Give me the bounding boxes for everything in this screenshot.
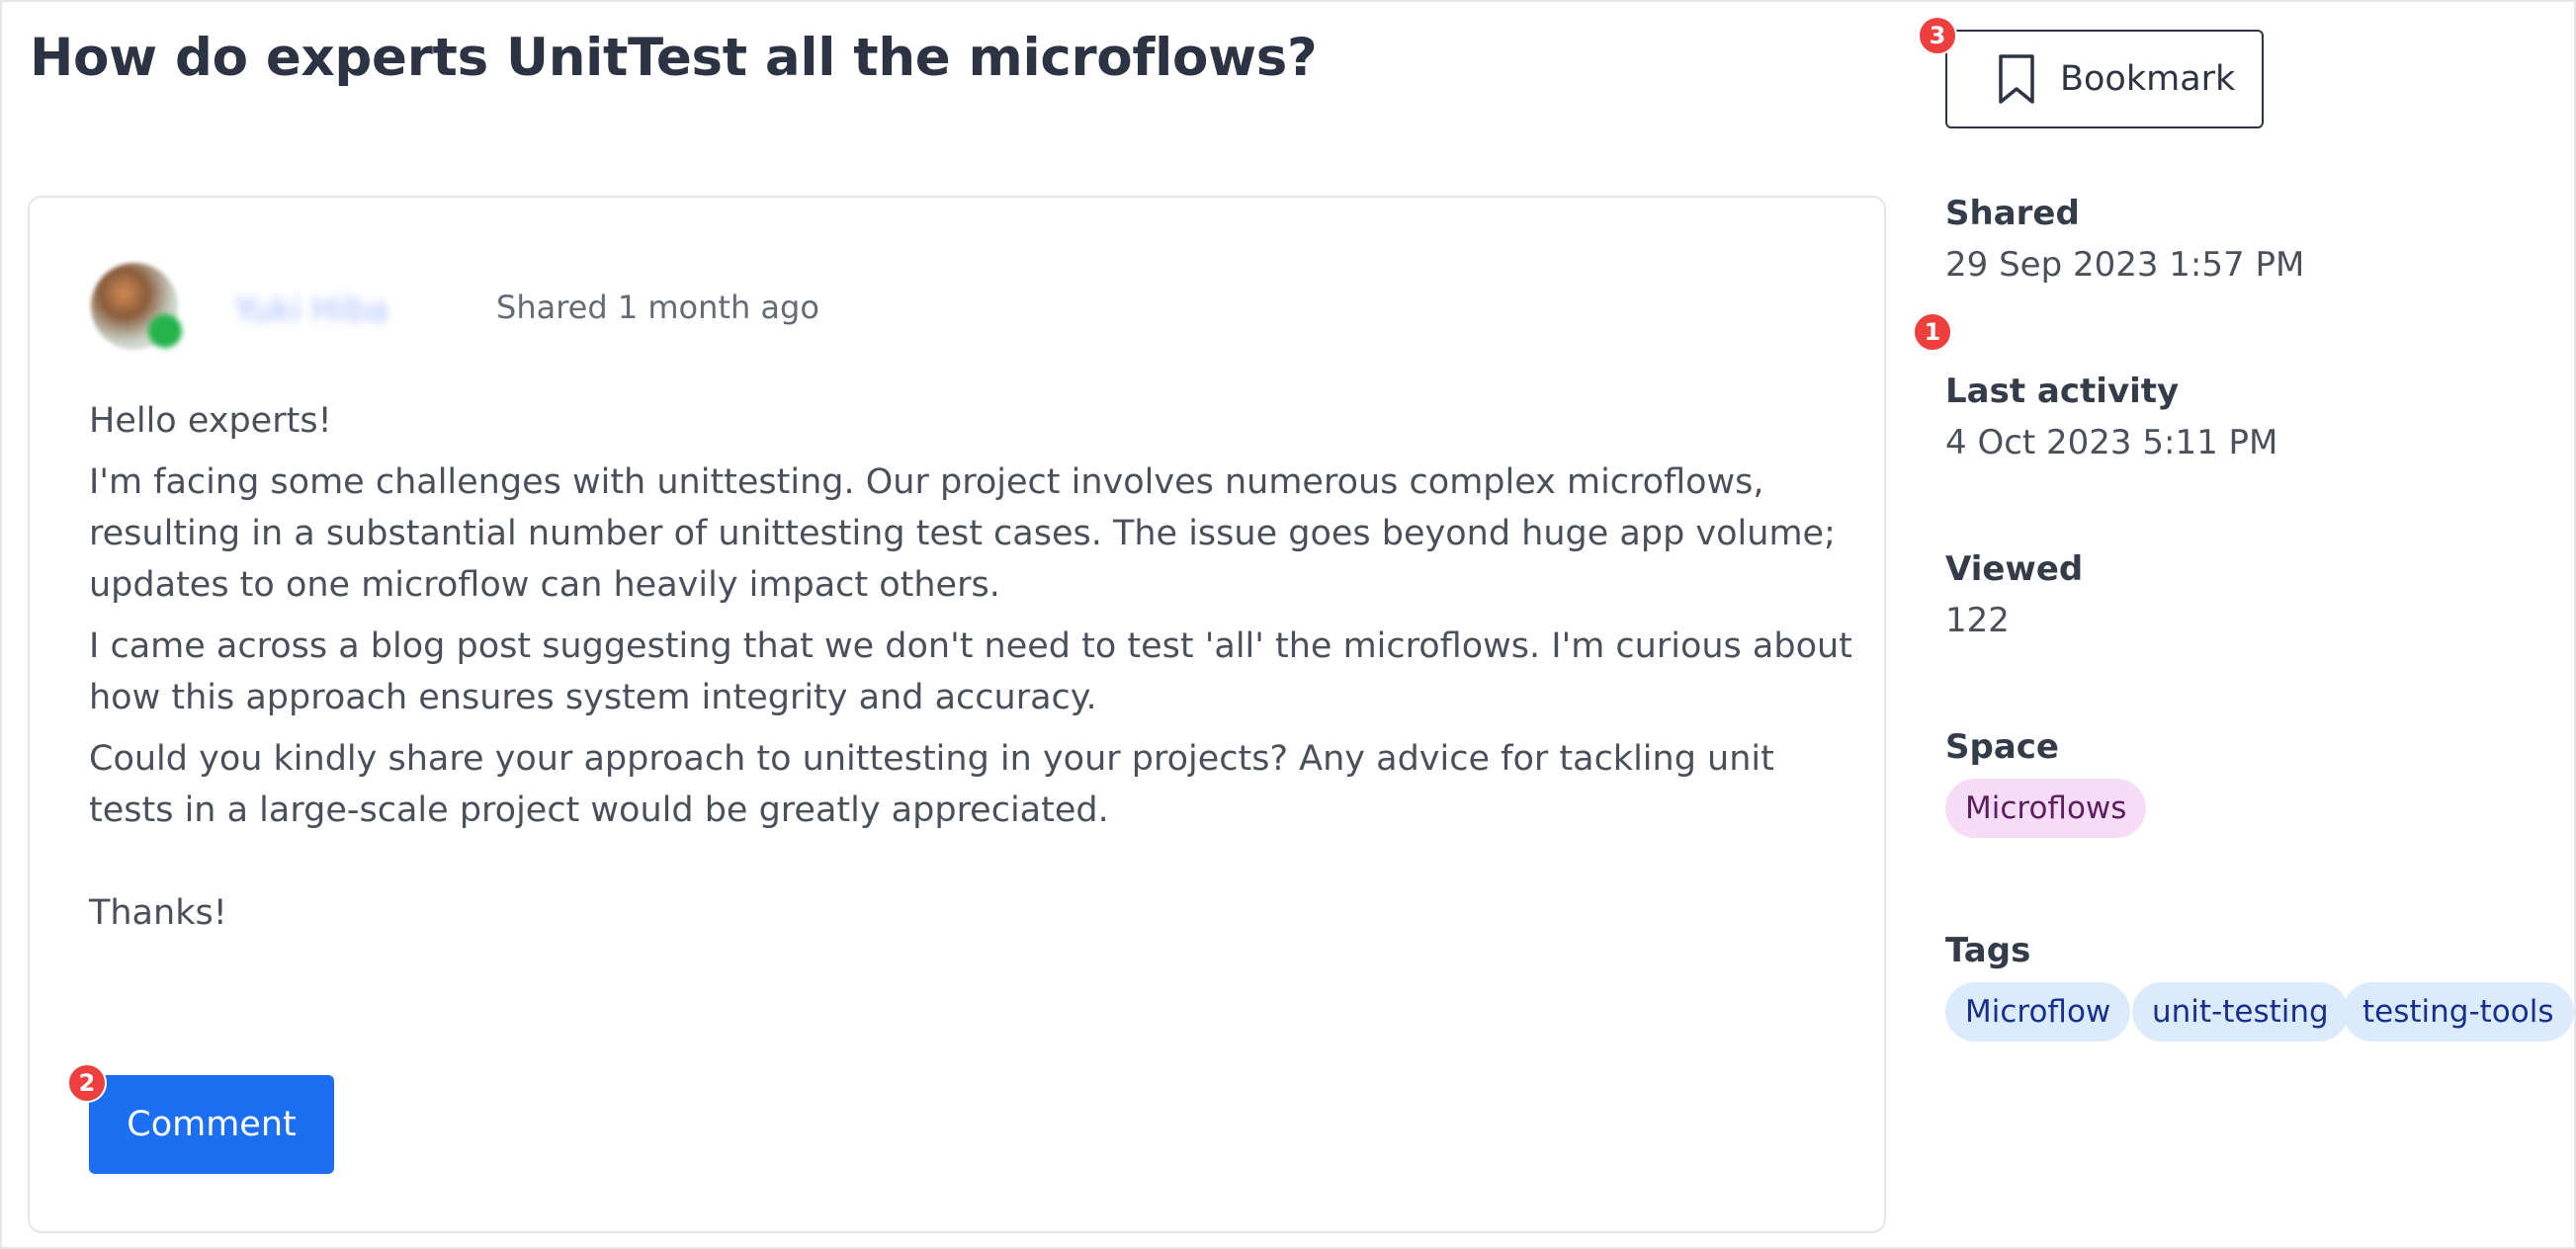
post-closing: Thanks! [89,893,227,933]
space-label: Space [1945,727,2059,767]
post-paragraph: Hello experts! [89,401,332,441]
bookmark-button[interactable]: Bookmark [1945,30,2264,128]
annotation-badge-2: 2 [67,1063,107,1103]
shared-date: 29 Sep 2023 1:57 PM [1945,245,2305,285]
tags-label: Tags [1945,931,2031,970]
page-title: How do experts UnitTest all the microflo… [30,28,1318,88]
post-body: Hello experts! I'm facing some challenge… [89,395,1858,949]
post-paragraph: I came across a blog post suggesting tha… [89,626,1852,717]
post-paragraph: I'm facing some challenges with unittest… [89,462,1836,605]
annotation-badge-3: 3 [1918,16,1957,55]
comment-button[interactable]: Comment [89,1075,334,1174]
tag-chip-testing-tools[interactable]: testing-tools [2343,982,2574,1041]
shared-ago-text: Shared 1 month ago [496,289,819,326]
tag-chip-microflow[interactable]: Microflow [1945,982,2131,1041]
last-activity-label: Last activity [1945,372,2180,411]
viewed-count: 122 [1945,601,2010,640]
shared-label: Shared [1945,194,2080,233]
bookmark-label: Bookmark [2060,59,2236,99]
bookmark-icon [1999,54,2034,104]
last-activity-date: 4 Oct 2023 5:11 PM [1945,423,2278,462]
space-chip[interactable]: Microflows [1945,779,2147,838]
author-row: Yuki Hiba Shared 1 month ago [91,257,981,356]
post-paragraph: Could you kindly share your approach to … [89,739,1774,830]
tag-chip-unit-testing[interactable]: unit-testing [2132,982,2349,1041]
author-name[interactable]: Yuki Hiba [234,291,388,330]
viewed-label: Viewed [1945,549,2084,589]
post-card: Yuki Hiba Shared 1 month ago Hello exper… [28,196,1886,1233]
online-status-icon [148,314,182,348]
annotation-badge-1: 1 [1913,312,1952,352]
